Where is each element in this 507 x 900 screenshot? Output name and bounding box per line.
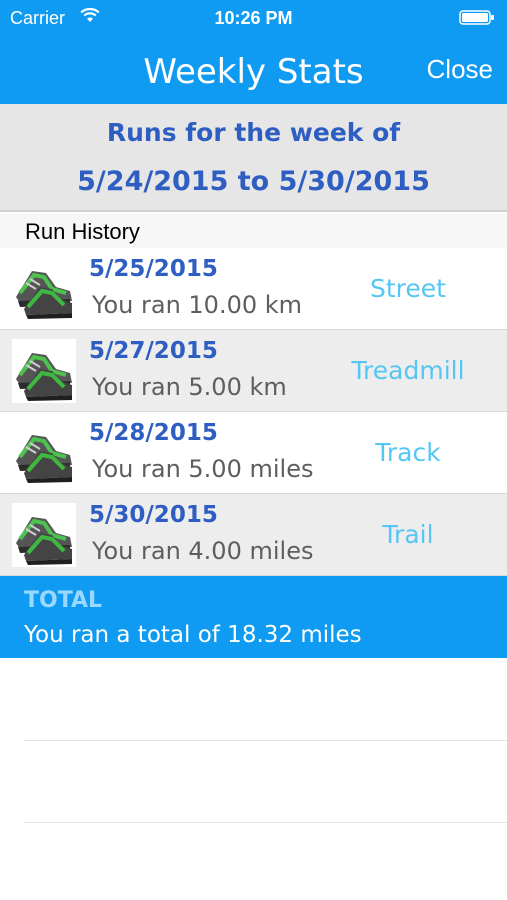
run-type: Street xyxy=(370,274,446,303)
run-date: 5/30/2015 xyxy=(89,502,218,528)
running-shoes-icon xyxy=(12,339,76,403)
run-row[interactable]: 5/28/2015 You ran 5.00 miles Track xyxy=(0,412,507,494)
run-row[interactable]: 5/30/2015 You ran 4.00 miles Trail xyxy=(0,494,507,576)
running-shoes-icon xyxy=(12,257,76,321)
running-shoes-icon xyxy=(12,421,76,485)
total-text: You ran a total of 18.32 miles xyxy=(24,622,362,648)
week-heading: Runs for the week of xyxy=(106,118,401,147)
run-type: Track xyxy=(375,438,441,467)
run-date: 5/28/2015 xyxy=(89,420,218,446)
run-history-section: Run History xyxy=(0,214,507,248)
total-summary: TOTAL You ran a total of 18.32 miles xyxy=(0,576,507,658)
run-date: 5/25/2015 xyxy=(89,256,218,282)
run-distance: You ran 5.00 km xyxy=(92,373,287,401)
section-label: Run History xyxy=(25,219,140,244)
top-bar: Carrier 10:26 PM Weekly Stats Close xyxy=(0,0,507,104)
run-date: 5/27/2015 xyxy=(89,338,218,364)
run-type: Trail xyxy=(382,520,434,549)
empty-row-divider xyxy=(24,740,507,741)
run-row[interactable]: 5/25/2015 You ran 10.00 km Street xyxy=(0,248,507,330)
run-row[interactable]: 5/27/2015 You ran 5.00 km Treadmill xyxy=(0,330,507,412)
run-list: 5/25/2015 You ran 10.00 km Street 5/27/2… xyxy=(0,248,507,576)
week-date-range: 5/24/2015 to 5/30/2015 xyxy=(77,166,430,197)
battery-icon xyxy=(459,10,494,25)
total-label: TOTAL xyxy=(24,588,103,613)
status-bar: Carrier 10:26 PM xyxy=(0,0,507,36)
week-range-header: Runs for the week of 5/24/2015 to 5/30/2… xyxy=(0,104,507,212)
run-distance: You ran 10.00 km xyxy=(92,291,303,319)
run-distance: You ran 5.00 miles xyxy=(92,455,314,483)
run-type: Treadmill xyxy=(351,356,465,385)
running-shoes-icon xyxy=(12,503,76,567)
close-button[interactable]: Close xyxy=(427,54,493,85)
empty-row-divider xyxy=(24,822,507,823)
run-distance: You ran 4.00 miles xyxy=(92,537,314,565)
status-time: 10:26 PM xyxy=(214,8,293,28)
